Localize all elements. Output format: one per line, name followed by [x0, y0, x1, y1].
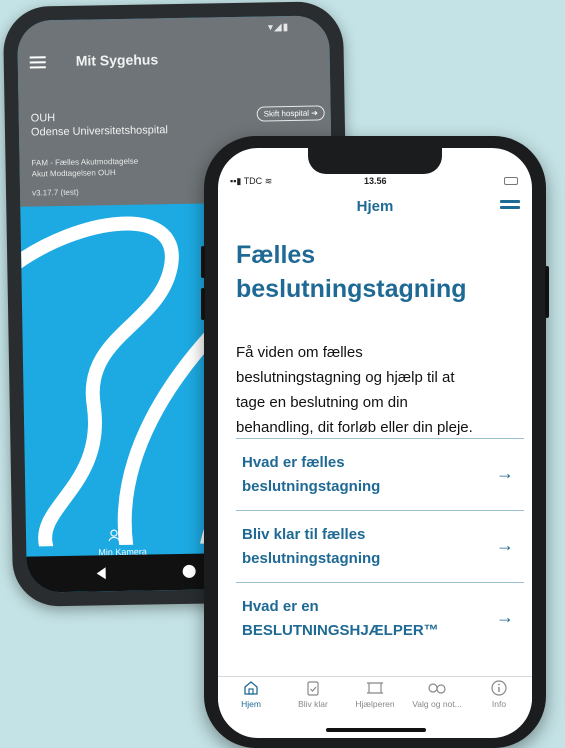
person-card-icon[interactable] [108, 529, 122, 542]
volume-down-button [201, 288, 205, 320]
android-home-icon[interactable] [182, 564, 196, 578]
header-title: Hjem [356, 198, 394, 215]
hospital-name: Odense Universitetshospital [30, 124, 169, 139]
home-icon [244, 681, 258, 695]
home-indicator [326, 728, 426, 732]
status-time: 13.56 [364, 176, 387, 186]
tab-valg-og-noter[interactable]: Valg og not... [406, 679, 468, 709]
ios-status-bar: ▪▪▮ TDC ≋ 13.56 [218, 176, 532, 190]
intro-text: Få viden om fælles beslutningstagning og… [236, 344, 473, 436]
iphone-screen: ▪▪▮ TDC ≋ 13.56 Hjem Fælles beslutningst… [218, 148, 532, 738]
switch-hospital-button[interactable]: Skift hospital ➔ [256, 105, 326, 122]
info-icon [491, 680, 507, 696]
volume-up-button [201, 246, 205, 278]
tab-info[interactable]: Info [468, 679, 530, 709]
link-what-is-decision-aid[interactable]: Hvad er en BESLUTNINGSHJÆLPER™ → [236, 582, 524, 654]
hospital-short-name: OUH [30, 112, 56, 125]
link-label: Hvad er fælles beslutningstagning [242, 454, 381, 495]
android-status-bar: ▾◢▮ [267, 22, 290, 34]
arrow-right-icon: → [496, 607, 514, 627]
link-label: Hvad er en BESLUTNINGSHJÆLPER™ [242, 598, 439, 639]
clipboard-icon [307, 681, 319, 696]
arrow-right-icon: → [496, 535, 514, 555]
topic-link-list: Hvad er fælles beslutningstagning → Bliv… [236, 438, 524, 654]
hamburger-menu-icon[interactable] [29, 56, 46, 69]
choices-icon [428, 683, 446, 694]
notch [308, 148, 442, 174]
department-line-2: Akut Modtagelsen OUH [31, 168, 116, 179]
page-title: Fælles beslutningstagning [236, 241, 467, 303]
tab-hjem[interactable]: Hjem [220, 679, 282, 709]
android-app-title: Mit Sygehus [75, 51, 159, 69]
arrow-right-icon: → [496, 463, 514, 483]
link-label: Bliv klar til fælles beslutningstagning [242, 526, 381, 567]
link-what-is-shared-decision[interactable]: Hvad er fælles beslutningstagning → [236, 438, 524, 510]
app-version: v3.17.7 (test) [31, 187, 79, 198]
link-get-ready[interactable]: Bliv klar til fælles beslutningstagning … [236, 510, 524, 582]
department-line-1: FAM - Fælles Akutmodtagelse [31, 156, 139, 168]
tab-hjaelperen[interactable]: Hjælperen [344, 679, 406, 709]
tab-bliv-klar[interactable]: Bliv klar [282, 679, 344, 709]
bottom-tab-bar: Hjem Bliv klar Hjælperen Valg og not... … [218, 676, 532, 720]
hamburger-menu-icon[interactable] [500, 200, 520, 212]
signal-icon: ▪▪▮ [230, 176, 242, 186]
android-back-icon[interactable] [96, 567, 106, 580]
iphone: ▪▪▮ TDC ≋ 13.56 Hjem Fælles beslutningst… [201, 136, 549, 748]
app-header: Hjem [218, 192, 532, 222]
carrier-label: ▪▪▮ TDC ≋ [230, 176, 273, 186]
wifi-icon: ≋ [264, 176, 273, 186]
battery-icon [504, 177, 518, 185]
power-button [545, 266, 549, 318]
helper-icon [367, 682, 383, 694]
